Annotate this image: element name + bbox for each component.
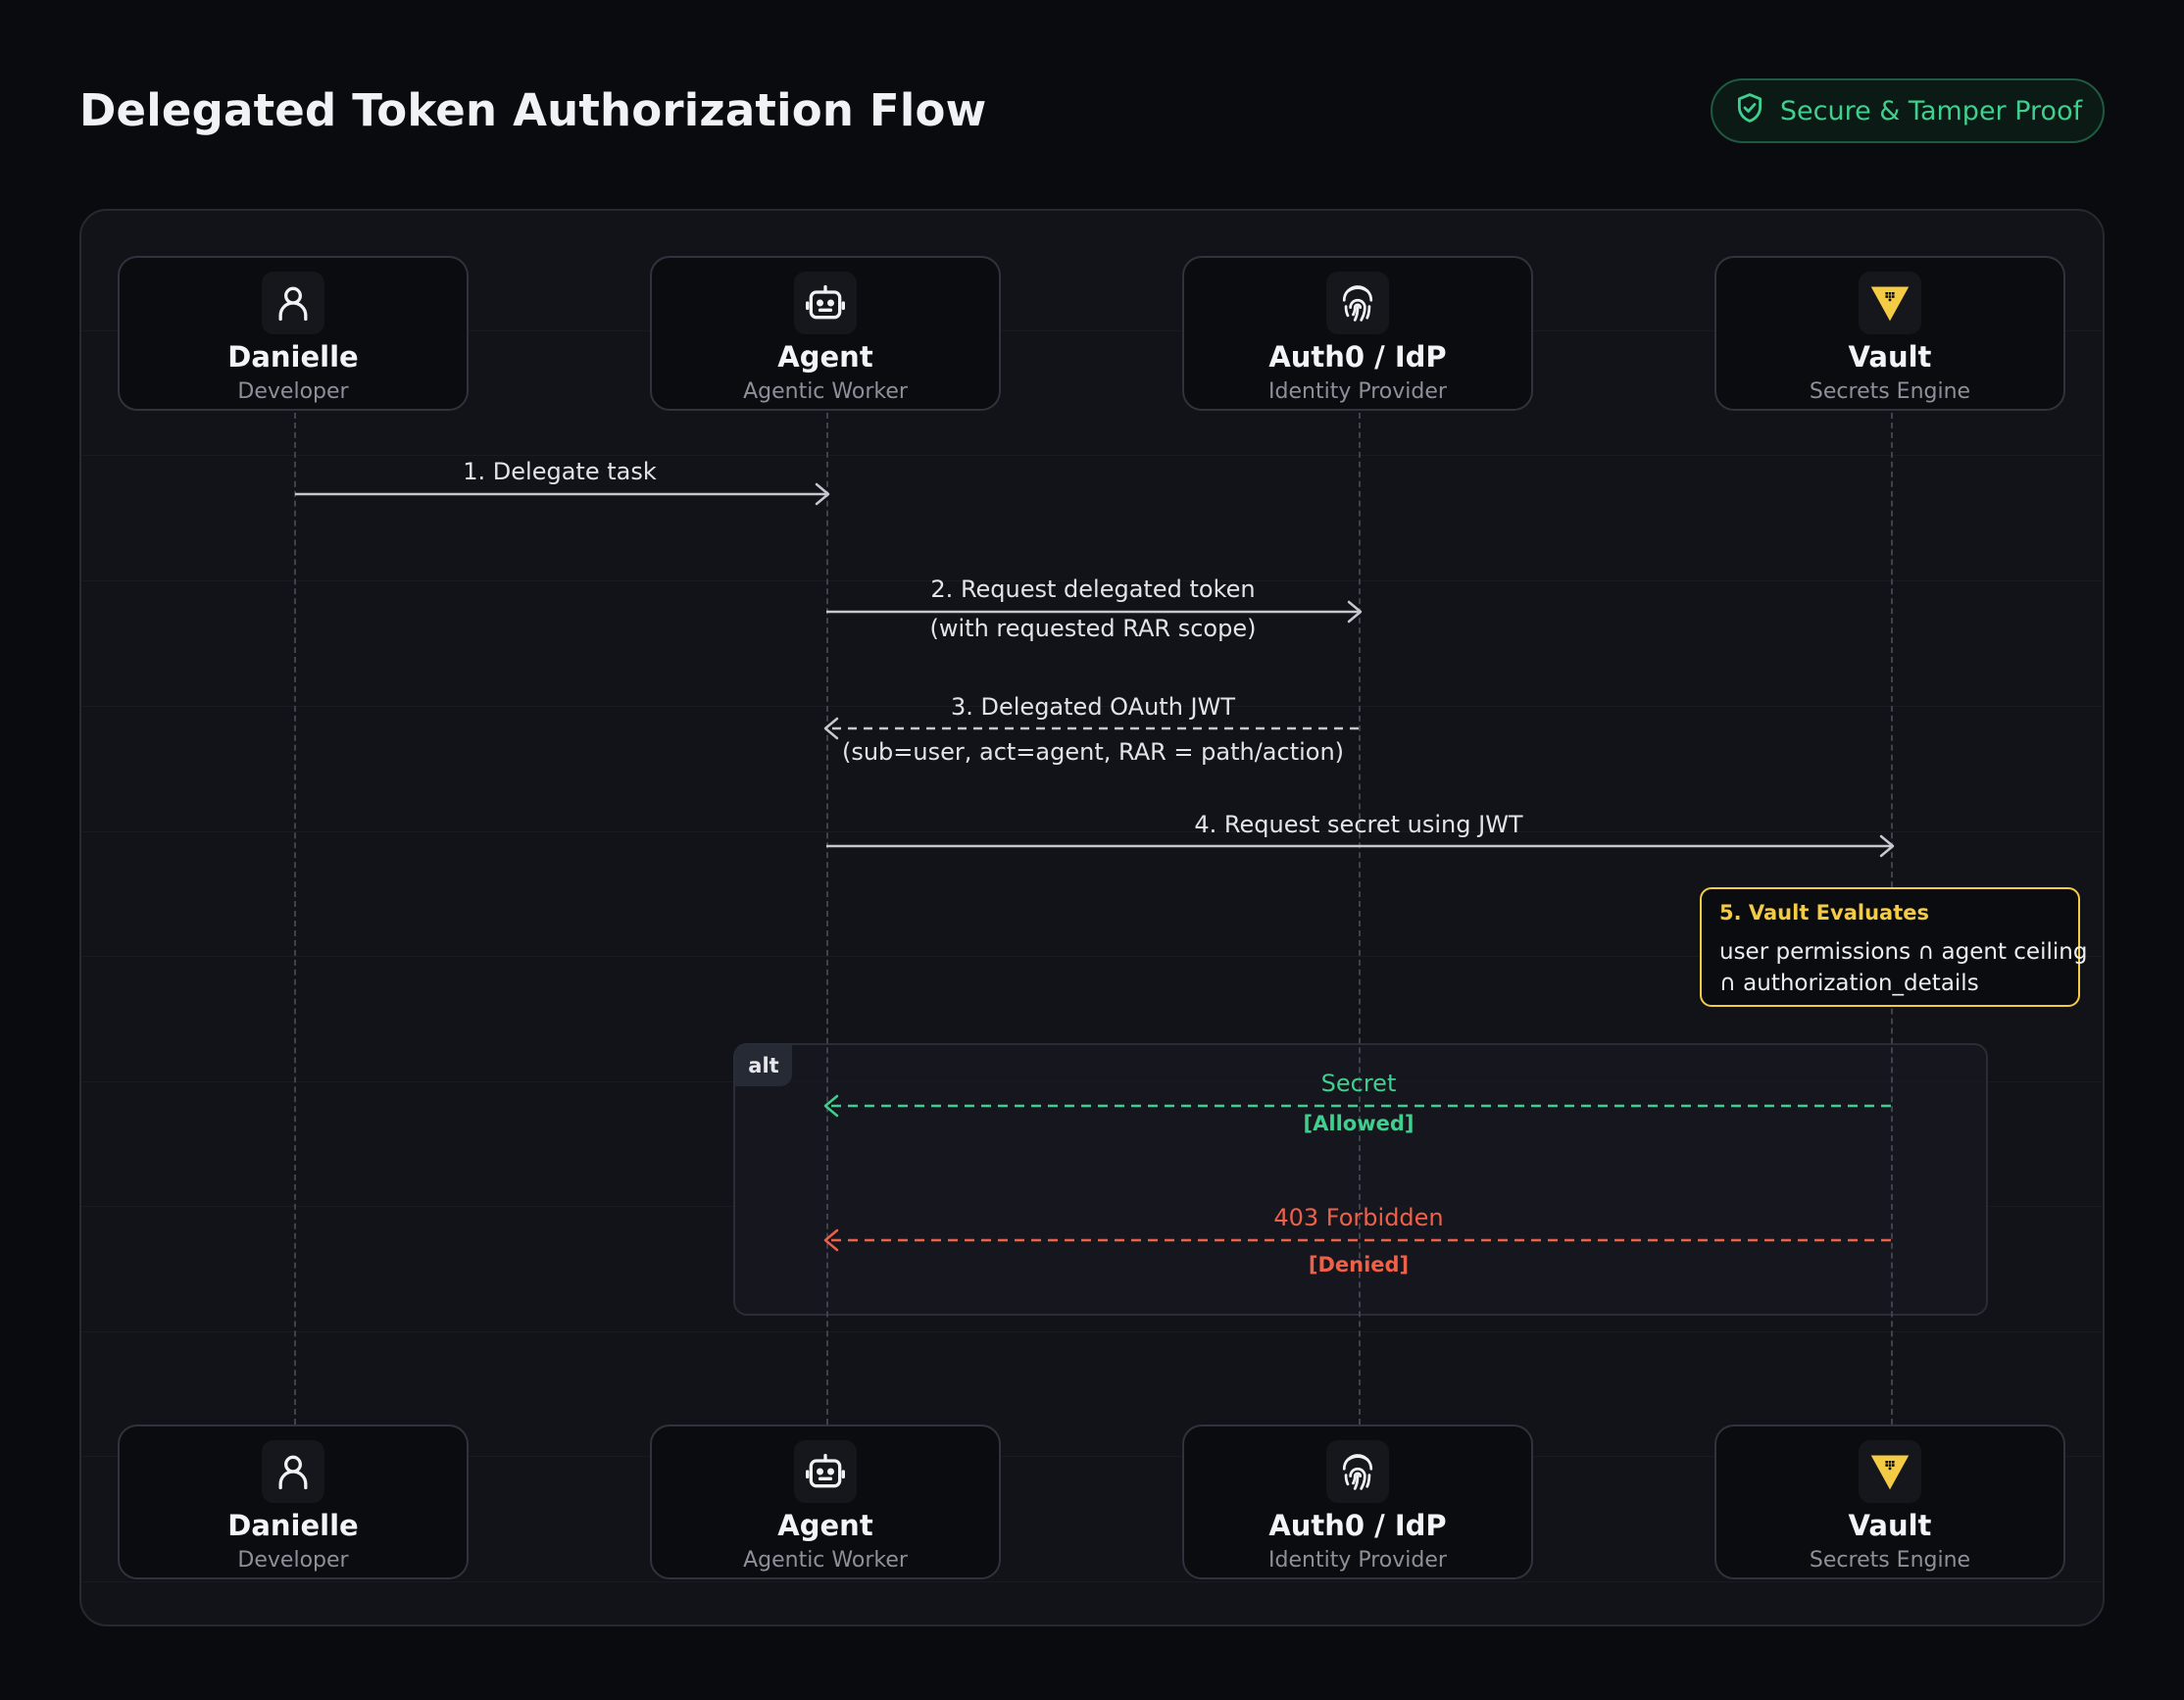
message-arrows [295, 482, 1895, 1252]
evaluation-title: 5. Vault Evaluates [1719, 901, 1929, 925]
message-sublabel: (sub=user, act=agent, RAR = path/action) [841, 738, 1345, 766]
branch-label-forbidden: 403 Forbidden [1273, 1204, 1444, 1231]
branch-label-secret: Secret [1320, 1070, 1397, 1097]
message-label: 4. Request secret using JWT [1194, 811, 1523, 838]
arrow-request-secret [826, 834, 1895, 858]
evaluation-line: ∩ authorization_details [1719, 971, 1979, 996]
message-label: 1. Delegate task [463, 458, 657, 485]
arrow-jwt-return [823, 717, 1359, 740]
vault-evaluation-note: 5. Vault Evaluates user permissions ∩ ag… [1700, 887, 2088, 1007]
branch-condition-allowed: [Allowed] [1303, 1112, 1415, 1135]
message-label: 2. Request delegated token [930, 575, 1256, 603]
arrow-delegate-task [295, 482, 830, 506]
message-sublabel: (with requested RAR scope) [929, 615, 1257, 642]
evaluation-line: user permissions ∩ agent ceiling [1719, 939, 2088, 965]
arrow-forbidden-denied [823, 1228, 1891, 1252]
branch-condition-denied: [Denied] [1308, 1253, 1410, 1276]
message-label: 3. Delegated OAuth JWT [950, 693, 1236, 721]
